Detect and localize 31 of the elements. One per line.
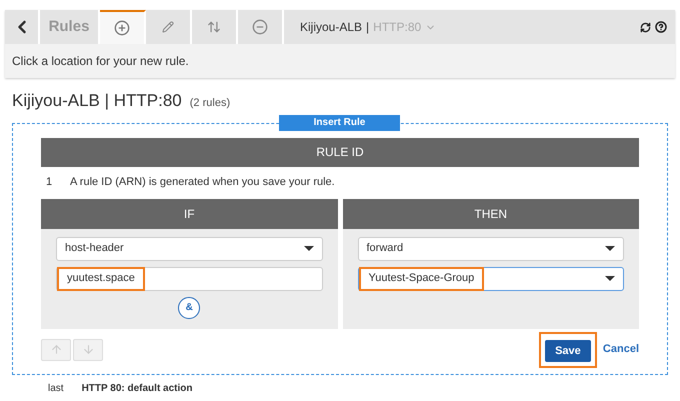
cancel-link[interactable]: Cancel bbox=[602, 341, 639, 358]
insert-rule-button[interactable]: Insert Rule bbox=[279, 114, 400, 130]
rule-id-note: A rule ID (ARN) is generated when you save your rule. bbox=[70, 175, 335, 190]
host-value: yuutest.space bbox=[57, 266, 145, 290]
add-tab[interactable] bbox=[100, 10, 146, 44]
rule-number: 1 bbox=[46, 175, 54, 190]
remove-icon bbox=[252, 19, 268, 35]
pencil-icon bbox=[162, 21, 174, 33]
rule-number: last bbox=[48, 382, 64, 396]
target-group-value: Yuutest-Space-Group bbox=[358, 266, 484, 290]
and-button[interactable]: & bbox=[178, 296, 200, 318]
host-input[interactable]: yuutest.space bbox=[56, 266, 322, 290]
page-title: Kijiyou-ALB | HTTP:80 bbox=[12, 90, 182, 112]
reorder-icon bbox=[207, 20, 221, 34]
help-icon[interactable] bbox=[655, 21, 667, 33]
refresh-icon[interactable] bbox=[640, 22, 651, 32]
action-select[interactable]: forward bbox=[358, 236, 624, 260]
hint-text: Click a location for your new rule. bbox=[12, 53, 189, 70]
rule-id-header: RULE ID bbox=[41, 138, 639, 166]
caret-icon bbox=[605, 276, 615, 281]
arrow-down-icon bbox=[82, 343, 94, 356]
add-icon bbox=[114, 20, 130, 36]
default-action-text: HTTP 80: default action bbox=[82, 382, 193, 396]
rule-count: (2 rules) bbox=[190, 96, 230, 111]
target-group-select[interactable]: Yuutest-Space-Group bbox=[358, 266, 624, 290]
arrow-up-icon bbox=[50, 343, 62, 356]
condition-select[interactable]: host-header bbox=[56, 236, 322, 260]
save-button[interactable]: Save bbox=[544, 340, 591, 362]
then-header: THEN bbox=[342, 198, 639, 228]
listener-dropdown[interactable]: Kijiyou-ALB | HTTP:80 bbox=[284, 10, 436, 44]
if-header: IF bbox=[41, 198, 338, 228]
